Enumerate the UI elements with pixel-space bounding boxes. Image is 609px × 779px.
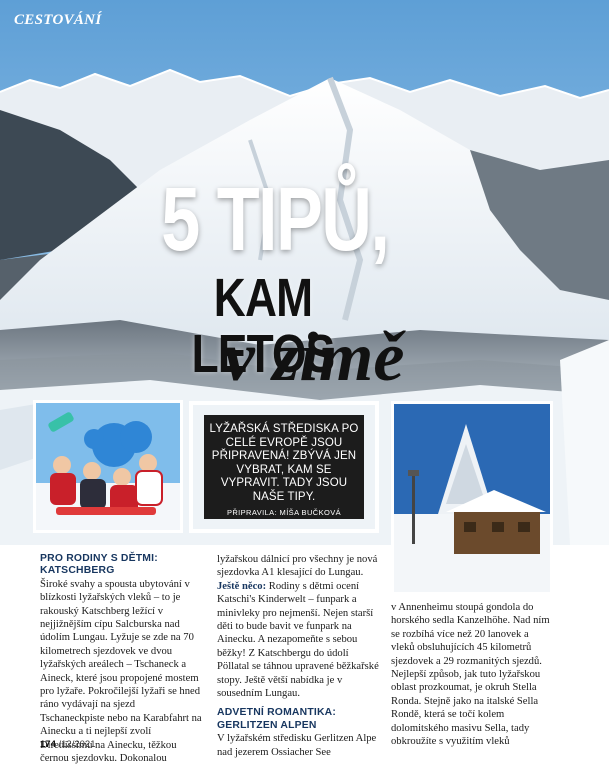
article-column-3: v Annenheimu stoupá gondola do horského … <box>391 601 553 748</box>
page-folio: 174 /12/2021 <box>40 739 95 750</box>
chalet-photo <box>391 401 553 595</box>
article-column-1: PRO RODINY S DĚTMI: KATSCHBERG Široké sv… <box>40 553 202 766</box>
section-heading-katschberg: KATSCHBERG <box>40 565 115 577</box>
section-label: CESTOVÁNÍ <box>14 12 102 28</box>
body-text-gerlitzen: V lyžařském středisku Gerlitzen Alpe nad… <box>217 733 377 758</box>
headline-line-1: 5 TIPŮ, <box>161 170 390 270</box>
body-text-katschberg-cont: lyžařskou dálnicí pro všechny je nová sj… <box>217 554 378 579</box>
tip-paragraph: Ještě něco: Rodiny s dětmi ocení Katschi… <box>217 580 383 701</box>
headline-line-3: v zimě <box>223 319 405 396</box>
body-text-katschberg: Široké svahy a spousta ubytování v blízk… <box>40 578 202 765</box>
intro-text: LYŽAŘSKÁ STŘEDISKA PO CELÉ EVROPĚ JSOU P… <box>209 423 359 503</box>
kids-snow-photo <box>33 400 183 533</box>
section-heading-romance: ADVETNÍ ROMANTIKA: <box>217 707 337 719</box>
page-number: 174 <box>40 739 56 750</box>
section-heading-gerlitzen: GERLITZEN ALPEN <box>217 719 317 731</box>
article-column-2: lyžařskou dálnicí pro všechny je nová sj… <box>217 553 383 759</box>
tip-label: Ještě něco: <box>217 580 267 592</box>
section-heading-families: PRO RODINY S DĚTMI: <box>40 553 158 564</box>
body-text-gerlitzen-cont: v Annenheimu stoupá gondola do horského … <box>391 602 550 748</box>
issue-date: /12/2021 <box>58 739 96 750</box>
author-credit: PŘIPRAVILA: MÍŠA BUČKOVÁ <box>226 508 342 517</box>
tip-body: Rodiny s dětmi ocení Katschi's Kinderwel… <box>217 580 379 700</box>
intro-box: LYŽAŘSKÁ STŘEDISKA PO CELÉ EVROPĚ JSOU P… <box>204 415 364 519</box>
